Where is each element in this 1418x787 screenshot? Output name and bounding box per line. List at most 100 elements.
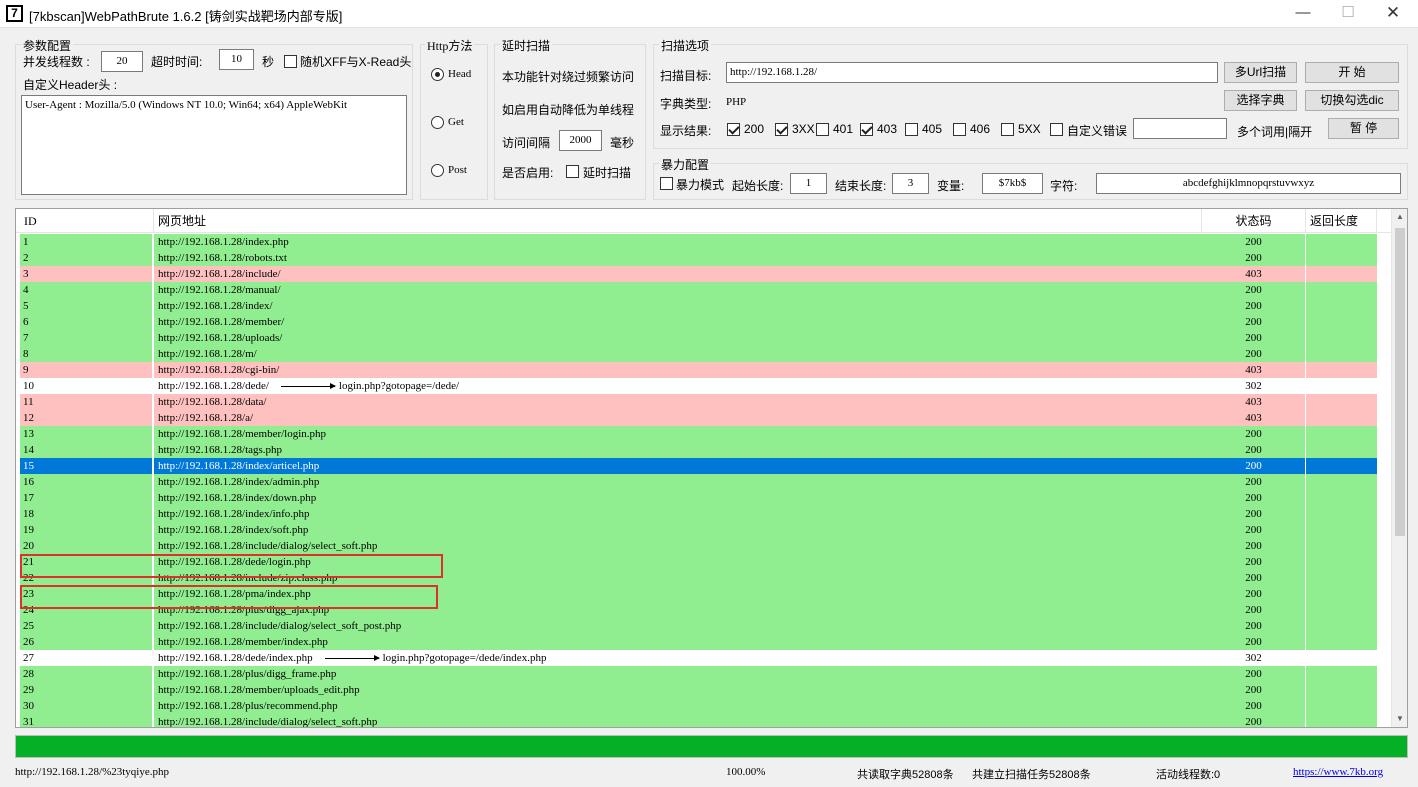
- cell-url: http://192.168.1.28/member/: [154, 314, 1202, 330]
- table-row[interactable]: 28 http://192.168.1.28/plus/digg_frame.ph…: [20, 666, 1377, 682]
- maximize-button[interactable]: ☐: [1325, 0, 1371, 28]
- table-row[interactable]: 5 http://192.168.1.28/index/200: [20, 298, 1377, 314]
- table-row[interactable]: 9 http://192.168.1.28/cgi-bin/403: [20, 362, 1377, 378]
- http-get-radio[interactable]: [431, 116, 444, 129]
- cell-length: [1306, 666, 1377, 682]
- window-title: [7kbscan]WebPathBrute 1.6.2 [铸剑实战靶场内部专版]: [29, 9, 343, 24]
- filter-3xx-checkbox[interactable]: [775, 123, 788, 136]
- toggle-dic-button[interactable]: 切换勾选dic: [1305, 90, 1399, 111]
- cell-status: 200: [1202, 618, 1305, 634]
- header-label: 自定义Header头 :: [23, 78, 118, 92]
- table-row[interactable]: 31 http://192.168.1.28/include/dialog/sel…: [20, 714, 1377, 727]
- table-row[interactable]: 18 http://192.168.1.28/index/info.php 200: [20, 506, 1377, 522]
- multi-url-scan-button[interactable]: 多Url扫描: [1224, 62, 1297, 83]
- start-length-input[interactable]: 1: [790, 173, 827, 194]
- column-length[interactable]: 返回长度: [1306, 209, 1377, 233]
- table-row[interactable]: 1 http://192.168.1.28/index.php 200: [20, 234, 1377, 250]
- table-row[interactable]: 12 http://192.168.1.28/a/403: [20, 410, 1377, 426]
- table-row[interactable]: 14 http://192.168.1.28/tags.php 200: [20, 442, 1377, 458]
- table-row[interactable]: 6 http://192.168.1.28/member/200: [20, 314, 1377, 330]
- status-task-count: 共建立扫描任务52808条: [972, 769, 1091, 781]
- cell-url: http://192.168.1.28/include/: [154, 266, 1202, 282]
- filter-200-checkbox[interactable]: [727, 123, 740, 136]
- filter-401-checkbox[interactable]: [816, 123, 829, 136]
- interval-input[interactable]: 2000: [559, 130, 602, 151]
- column-url[interactable]: 网页地址: [154, 209, 1202, 233]
- table-row[interactable]: 24 http://192.168.1.28/plus/digg_ajax.php…: [20, 602, 1377, 618]
- cell-url: http://192.168.1.28/member/login.php: [154, 426, 1202, 442]
- table-row[interactable]: 21 http://192.168.1.28/dede/login.php 200: [20, 554, 1377, 570]
- table-row[interactable]: 29 http://192.168.1.28/member/uploads_edi…: [20, 682, 1377, 698]
- brute-mode-label: 暴力模式: [676, 178, 725, 192]
- chars-input[interactable]: abcdefghijklmnopqrstuvwxyz: [1096, 173, 1401, 194]
- table-row[interactable]: 16 http://192.168.1.28/index/admin.php 200: [20, 474, 1377, 490]
- table-row[interactable]: 20 http://192.168.1.28/include/dialog/sel…: [20, 538, 1377, 554]
- table-row[interactable]: 11 http://192.168.1.28/data/403: [20, 394, 1377, 410]
- results-table[interactable]: ID 网页地址 状态码 返回长度 1 http://192.168.1.28/in…: [15, 208, 1408, 728]
- filter-406-checkbox[interactable]: [953, 123, 966, 136]
- cell-url: http://192.168.1.28/index/down.php: [154, 490, 1202, 506]
- end-length-label: 结束长度:: [835, 179, 887, 193]
- cell-status: 200: [1202, 330, 1305, 346]
- filter-403-checkbox[interactable]: [860, 123, 873, 136]
- table-row[interactable]: 26 http://192.168.1.28/member/index.php 20…: [20, 634, 1377, 650]
- header-textarea[interactable]: User-Agent : Mozilla/5.0 (Windows NT 10.…: [21, 95, 407, 195]
- choose-dict-button[interactable]: 选择字典: [1224, 90, 1297, 111]
- table-row[interactable]: 13 http://192.168.1.28/member/login.php 20…: [20, 426, 1377, 442]
- brute-mode-checkbox[interactable]: [660, 177, 673, 190]
- http-post-radio[interactable]: [431, 164, 444, 177]
- cell-length: [1306, 714, 1377, 727]
- app-icon: 7: [6, 5, 23, 22]
- cell-url: http://192.168.1.28/plus/digg_ajax.php: [154, 602, 1202, 618]
- table-row[interactable]: 8 http://192.168.1.28/m/200: [20, 346, 1377, 362]
- http-head-radio[interactable]: [431, 68, 444, 81]
- table-row[interactable]: 27 http://192.168.1.28/dede/index.php logi…: [20, 650, 1377, 666]
- pause-button[interactable]: 暂 停: [1328, 118, 1399, 139]
- close-button[interactable]: ✕: [1370, 0, 1416, 28]
- table-row[interactable]: 2 http://192.168.1.28/robots.txt 200: [20, 250, 1377, 266]
- start-button[interactable]: 开 始: [1305, 62, 1399, 83]
- column-status[interactable]: 状态码: [1202, 209, 1306, 233]
- website-link[interactable]: https://www.7kb.org: [1293, 766, 1383, 778]
- cell-status: 200: [1202, 570, 1305, 586]
- table-row[interactable]: 15 http://192.168.1.28/index/articel.php 2…: [20, 458, 1377, 474]
- table-row[interactable]: 10 http://192.168.1.28/dede/login.php?got…: [20, 378, 1377, 394]
- filter-5xx-checkbox[interactable]: [1001, 123, 1014, 136]
- cell-status: 200: [1202, 554, 1305, 570]
- interval-label: 访问间隔: [502, 136, 551, 150]
- cell-status: 200: [1202, 234, 1305, 250]
- random-xff-checkbox[interactable]: [284, 55, 297, 68]
- table-row[interactable]: 23 http://192.168.1.28/pma/index.php 200: [20, 586, 1377, 602]
- table-row[interactable]: 30 http://192.168.1.28/plus/recommend.php…: [20, 698, 1377, 714]
- table-row[interactable]: 19 http://192.168.1.28/index/soft.php 200: [20, 522, 1377, 538]
- delay-enable-checkbox[interactable]: [566, 165, 579, 178]
- table-row[interactable]: 7 http://192.168.1.28/uploads/200: [20, 330, 1377, 346]
- filter-405-checkbox[interactable]: [905, 123, 918, 136]
- custom-error-checkbox[interactable]: [1050, 123, 1063, 136]
- threads-input[interactable]: 20: [101, 51, 143, 72]
- cell-url-text: http://192.168.1.28/plus/digg_ajax.php: [158, 604, 330, 616]
- custom-error-input[interactable]: [1133, 118, 1227, 139]
- timeout-input[interactable]: 10: [219, 49, 254, 70]
- cell-url: http://192.168.1.28/m/: [154, 346, 1202, 362]
- table-row[interactable]: 3 http://192.168.1.28/include/403: [20, 266, 1377, 282]
- scroll-up-icon[interactable]: ▲: [1392, 209, 1407, 225]
- table-row[interactable]: 4 http://192.168.1.28/manual/200: [20, 282, 1377, 298]
- scroll-down-icon[interactable]: ▼: [1392, 711, 1407, 727]
- cell-url: http://192.168.1.28/member/index.php: [154, 634, 1202, 650]
- delay-legend: 延时扫描: [500, 37, 553, 54]
- cell-url-text: http://192.168.1.28/cgi-bin/: [158, 364, 280, 376]
- table-row[interactable]: 22 http://192.168.1.28/include/zip.class.…: [20, 570, 1377, 586]
- table-row[interactable]: 25 http://192.168.1.28/include/dialog/sel…: [20, 618, 1377, 634]
- variable-input[interactable]: $7kb$: [982, 173, 1043, 194]
- minimize-button[interactable]: —: [1280, 0, 1326, 28]
- end-length-input[interactable]: 3: [892, 173, 929, 194]
- cell-length: [1306, 618, 1377, 634]
- scroll-thumb[interactable]: [1395, 228, 1405, 536]
- column-id[interactable]: ID: [20, 209, 154, 233]
- cell-url: http://192.168.1.28/robots.txt: [154, 250, 1202, 266]
- cell-id: 19: [20, 522, 152, 538]
- target-input[interactable]: http://192.168.1.28/: [726, 62, 1218, 83]
- table-row[interactable]: 17 http://192.168.1.28/index/down.php 200: [20, 490, 1377, 506]
- table-scrollbar[interactable]: ▲ ▼: [1391, 209, 1407, 727]
